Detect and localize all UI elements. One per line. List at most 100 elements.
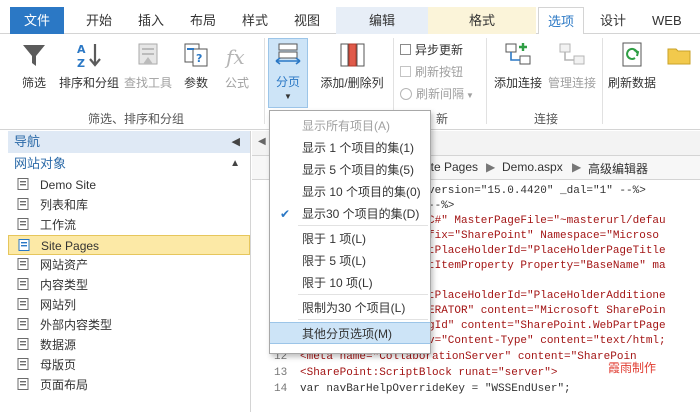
refresh-data-button[interactable]: 刷新数据 [606, 40, 658, 91]
code-line[interactable]: ERATOR" content="Microsoft SharePoin [428, 305, 666, 317]
svg-text:Z: Z [77, 57, 85, 70]
menu-item[interactable]: 显示 5 个项目的集(5) [270, 159, 430, 181]
folder-icon[interactable] [666, 42, 692, 68]
sidebar-item-label: 网站资产 [40, 258, 89, 272]
line-number: 13 [274, 367, 288, 379]
refresh-button-checkbox[interactable]: 刷新按钮 [400, 62, 463, 82]
sidebar-item-label: Demo Site [40, 178, 97, 192]
code-line[interactable]: fix="SharePoint" Namespace="Microso [428, 230, 659, 242]
ribbon-tab-bar: 文件 开始 插入 布局 样式 视图 编辑 格式 选项 设计 WEB [0, 0, 700, 35]
menu-item[interactable]: 显示所有项目(A) [270, 115, 430, 137]
menu-separator [298, 294, 428, 295]
find-tool-button[interactable]: 查找工具 [122, 40, 174, 91]
add-remove-columns-button[interactable]: 添加/删除列 [316, 40, 388, 91]
menu-item[interactable]: 显示 10 个项目的集(0) [270, 181, 430, 203]
chevron-up-icon[interactable]: ▲ [230, 153, 240, 175]
code-line[interactable]: tPlaceHolderId="PlaceHolderAdditione [428, 290, 666, 302]
menu-item[interactable]: 限于 5 项(L) [270, 250, 430, 272]
code-line[interactable]: tPlaceHolderId="PlaceHolderPageTitle [428, 245, 666, 257]
sidebar-item[interactable]: 工作流 [8, 215, 250, 235]
sidebar-item[interactable]: 母版页 [8, 355, 250, 375]
async-update-checkbox[interactable]: 异步更新 [400, 40, 463, 60]
chevron-left-icon[interactable]: ◀ [258, 136, 266, 147]
tab-web[interactable]: WEB [644, 7, 700, 34]
group-label-connection: 连接 [534, 112, 559, 126]
tab-edit[interactable]: 编辑 [336, 7, 428, 34]
chevron-down-icon: ▼ [466, 91, 474, 100]
tab-options[interactable]: 选项 [538, 7, 584, 35]
svg-text:?: ? [196, 52, 202, 65]
add-connection-button[interactable]: 添加连接 [492, 40, 544, 91]
tab-style[interactable]: 样式 [232, 7, 278, 34]
sidebar-item-label: 工作流 [40, 218, 77, 232]
sidebar-item[interactable]: 列表和库 [8, 195, 250, 215]
tab-file[interactable]: 文件 [10, 7, 64, 34]
clock-icon [400, 88, 412, 100]
menu-item[interactable]: ✔ 显示30 个项目的集(D) [270, 203, 430, 225]
sidebar-item-label: 内容类型 [40, 278, 89, 292]
code-line[interactable]: --%> [428, 200, 454, 212]
breadcrumb-advanced-editor[interactable]: 高级编辑器 [588, 160, 648, 177]
breadcrumb-separator-icon: ▶ [572, 160, 582, 174]
layout-icon [16, 377, 30, 391]
params-button[interactable]: ? 参数 [178, 40, 214, 91]
sort-group-button[interactable]: A Z 排序和分组 [58, 40, 120, 91]
manage-connection-icon [559, 43, 585, 65]
menu-item[interactable]: 限制为30 个项目(L) [270, 297, 430, 319]
code-line[interactable]: <SharePoint:ScriptBlock runat="server"> [300, 367, 557, 379]
code-line[interactable]: var navBarHelpOverrideKey = "WSSEndUser"… [300, 383, 571, 395]
menu-item[interactable]: 显示 1 个项目的集(1) [270, 137, 430, 159]
code-line[interactable]: version="15.0.4420" _dal="1" --%> [428, 185, 646, 197]
sidebar-item[interactable]: 页面布局 [8, 375, 250, 395]
svg-text:A: A [77, 43, 86, 56]
checkbox-icon [400, 44, 411, 55]
menu-item[interactable]: 限于 1 项(L) [270, 228, 430, 250]
breadcrumb-demo-aspx[interactable]: Demo.aspx [502, 160, 563, 174]
breadcrumb-site-pages[interactable]: ite Pages [428, 160, 478, 174]
tab-format[interactable]: 格式 [428, 7, 536, 34]
code-line[interactable]: v="Content-Type" content="text/html; [428, 335, 666, 347]
refresh-interval-dropdown[interactable]: 刷新间隔 ▼ [400, 84, 474, 104]
manage-connection-button[interactable]: 管理连接 [546, 40, 598, 91]
menu-item-label: 显示30 个项目的集(D) [302, 207, 420, 221]
code-line[interactable]: C#" MasterPageFile="~masterurl/defau [428, 215, 666, 227]
nav-list: Demo Site 列表和库工作流 Site Pages 网站资产内容类型网站列外部内… [8, 175, 250, 395]
menu-item[interactable]: 其他分页选项(M) [270, 322, 430, 344]
master-icon [16, 357, 30, 371]
sidebar-item-label: Site Pages [41, 239, 100, 253]
group-divider [602, 38, 603, 124]
tab-design[interactable]: 设计 [588, 7, 638, 34]
sidebar-item[interactable]: Site Pages [8, 235, 250, 255]
sidebar-item-label: 网站列 [40, 298, 77, 312]
sidebar-item[interactable]: 内容类型 [8, 275, 250, 295]
sidebar-item[interactable]: 外部内容类型 [8, 315, 250, 335]
menu-item-label: 显示 5 个项目的集(5) [302, 163, 415, 177]
sidebar-item-label: 母版页 [40, 358, 77, 372]
sidebar-item-label: 数据源 [40, 338, 77, 352]
menu-item[interactable]: 限于 10 项(L) [270, 272, 430, 294]
sidebar-item-label: 页面布局 [40, 378, 89, 392]
add-connection-icon [505, 43, 531, 65]
home-icon [16, 177, 30, 191]
external-icon [16, 317, 30, 331]
formula-button[interactable]: fx 公式 [218, 40, 256, 91]
menu-separator [298, 319, 428, 320]
sidebar-item[interactable]: Demo Site [8, 175, 250, 195]
tab-layout[interactable]: 布局 [180, 7, 226, 34]
nav-section-site-objects[interactable]: 网站对象 ▲ [8, 153, 250, 175]
code-line[interactable]: tItemProperty Property="BaseName" ma [428, 260, 666, 272]
code-line[interactable]: gId" content="SharePoint.WebPartPage [428, 320, 666, 332]
paging-button[interactable]: 分页 ▼ [268, 38, 308, 108]
sidebar-item[interactable]: 数据源 [8, 335, 250, 355]
filter-button[interactable]: 筛选 [14, 40, 54, 91]
chevron-left-icon[interactable]: ◀ [232, 131, 240, 153]
tab-view[interactable]: 视图 [284, 7, 330, 34]
tab-home[interactable]: 开始 [76, 7, 122, 34]
sidebar-item[interactable]: 网站资产 [8, 255, 250, 275]
sidebar-item[interactable]: 网站列 [8, 295, 250, 315]
tab-insert[interactable]: 插入 [128, 7, 174, 34]
menu-item-label: 限于 5 项(L) [302, 254, 367, 268]
menu-item-label: 限制为30 个项目(L) [302, 301, 406, 315]
sidebar-item-label: 外部内容类型 [40, 318, 113, 332]
refresh-icon [622, 42, 642, 67]
